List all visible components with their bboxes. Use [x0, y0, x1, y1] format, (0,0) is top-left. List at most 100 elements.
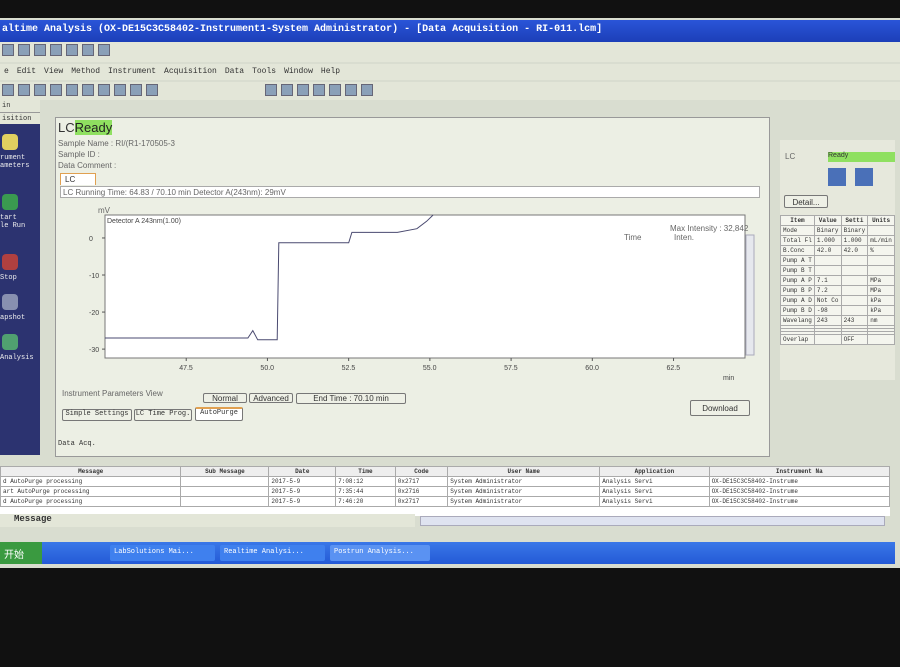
table-cell: kPa — [867, 305, 895, 316]
menu-view[interactable]: View — [44, 67, 63, 76]
sidebar-item-instrument-parameters[interactable]: rument ameters — [0, 124, 40, 184]
layout-icon[interactable] — [82, 44, 94, 56]
view-icon[interactable] — [328, 84, 341, 96]
table-cell: 7.2 — [813, 285, 842, 296]
menu-method[interactable]: Method — [71, 67, 100, 76]
toolbar-icon[interactable] — [2, 44, 14, 56]
view-icon[interactable] — [296, 84, 309, 96]
tool-icon[interactable] — [66, 84, 78, 96]
table-cell: Mode — [780, 225, 815, 236]
download-button[interactable]: Download — [690, 400, 750, 416]
table-cell: Wavelang — [780, 315, 815, 326]
end-time: End Time : 70.10 min — [296, 393, 406, 404]
y-tick-label: -10 — [89, 273, 99, 280]
normal-button[interactable]: Normal — [203, 393, 247, 403]
menu-instrument[interactable]: Instrument — [108, 67, 156, 76]
view-icon[interactable] — [360, 84, 373, 96]
tab-lc[interactable]: LC — [60, 173, 96, 185]
col-intensity: Inten. — [674, 233, 695, 242]
table-row: Total Fl 1.000 1.000 mL/min — [780, 235, 895, 246]
menu-bar: e Edit View Method Instrument Acquisition Data… — [0, 64, 900, 80]
task-realtime-analysis[interactable]: Realtime Analysi... — [220, 545, 325, 561]
tool-icon[interactable] — [82, 84, 94, 96]
task-postrun-analysis[interactable]: Postrun Analysis... — [330, 545, 430, 561]
sidebar-item-analysis[interactable]: Analysis — [0, 324, 40, 384]
message-row[interactable]: d AutoPurge processing 2017-5-9 7:46:20 0x2… — [0, 496, 891, 507]
pump-icon[interactable] — [855, 168, 873, 186]
message-cell: System Administrator — [447, 476, 601, 487]
status-table: Item Value Setti Units Mode Binary Binary Total… — [780, 215, 895, 345]
message-row[interactable]: d AutoPurge processing 2017-5-9 7:08:12 0x2… — [0, 476, 891, 487]
sidebar-item-stop[interactable]: Stop — [0, 244, 40, 284]
message-cell: d AutoPurge processing — [0, 476, 182, 487]
column-header: Setti — [840, 215, 869, 226]
message-cell: art AutoPurge processing — [0, 486, 182, 497]
tab-lc-time-prog[interactable]: LC Time Prog. — [134, 409, 192, 421]
menu-tools[interactable]: Tools — [252, 67, 276, 76]
column-header: Value — [813, 215, 842, 226]
sidebar-item-snapshot[interactable]: apshot — [0, 284, 40, 324]
sample-id: Sample ID : — [58, 150, 100, 159]
table-cell — [840, 275, 869, 286]
table-row: Mode Binary Binary — [780, 225, 895, 236]
table-cell — [813, 334, 842, 345]
col-time: Time — [624, 233, 642, 242]
tool-icon[interactable] — [114, 84, 126, 96]
tab-simple-settings[interactable]: Simple Settings — [62, 409, 132, 421]
instrument-params-view[interactable]: Instrument Parameters View — [62, 389, 163, 398]
layout-icon[interactable] — [66, 44, 78, 56]
table-cell: Not Co — [813, 295, 842, 306]
table-cell: % — [867, 245, 895, 256]
tab-autopurge[interactable]: AutoPurge — [195, 407, 243, 421]
tool-icon[interactable] — [34, 84, 46, 96]
lc-status: LCReady — [58, 120, 113, 135]
table-cell: Total Fl — [780, 235, 815, 246]
right-status: Ready — [828, 152, 895, 162]
table-cell: Pump B T — [780, 265, 815, 276]
tool-icon[interactable] — [18, 84, 30, 96]
monitor-icon[interactable] — [828, 168, 846, 186]
message-cell: 2017-5-9 — [268, 476, 337, 487]
advanced-button[interactable]: Advanced — [249, 393, 293, 403]
view-icon[interactable] — [264, 84, 277, 96]
header-row: Message Sub Message Date Time Code User Name A… — [0, 466, 891, 477]
tool-icon[interactable] — [50, 84, 62, 96]
preview-icon[interactable] — [50, 44, 62, 56]
layout-icon[interactable] — [98, 44, 110, 56]
save-icon[interactable] — [18, 44, 30, 56]
table-cell: Pump B P — [780, 285, 815, 296]
start-button[interactable]: 开始 — [0, 542, 42, 564]
max-intensity: Max Intensity : 32,842 — [670, 224, 749, 233]
menu-data[interactable]: Data — [225, 67, 244, 76]
table-cell: 243 — [813, 315, 842, 326]
table-row: Wavelang 243 243 nm — [780, 315, 895, 326]
table-cell — [840, 285, 869, 296]
message-cell: OX-DE15C3C58402-Instrume — [708, 476, 891, 487]
vertical-scrollbar[interactable] — [745, 234, 755, 356]
menu-help[interactable]: Help — [321, 67, 340, 76]
tab-message[interactable]: Message — [0, 514, 415, 527]
tool-icon[interactable] — [2, 84, 14, 96]
tool-icon[interactable] — [146, 84, 158, 96]
view-icon[interactable] — [344, 84, 357, 96]
task-labsolutions[interactable]: LabSolutions Mai... — [110, 545, 215, 561]
sidebar-item-start-single-run[interactable]: tart le Run — [0, 184, 40, 244]
view-icon[interactable] — [312, 84, 325, 96]
detail-button[interactable]: Detail... — [784, 195, 828, 208]
chromatogram[interactable]: Detector A 243nm(1.00) 47.5 50.0 52.5 55.0 5… — [80, 200, 760, 385]
message-row[interactable]: art AutoPurge processing 2017-5-9 7:35:44 0… — [0, 486, 891, 497]
message-cell: Analysis Servi — [599, 476, 710, 487]
menu-file[interactable]: e — [4, 67, 9, 76]
print-icon[interactable] — [34, 44, 46, 56]
table-cell: 243 — [840, 315, 869, 326]
x-tick-label: 55.0 — [423, 365, 437, 372]
horizontal-scrollbar[interactable] — [420, 516, 885, 526]
table-row: Pump B T — [780, 265, 895, 276]
tool-icon[interactable] — [98, 84, 110, 96]
tool-icon[interactable] — [130, 84, 142, 96]
view-icon[interactable] — [280, 84, 293, 96]
menu-acquisition[interactable]: Acquisition — [164, 67, 217, 76]
tab-data-acq[interactable]: Data Acq. — [58, 440, 96, 448]
menu-window[interactable]: Window — [284, 67, 313, 76]
menu-edit[interactable]: Edit — [17, 67, 36, 76]
